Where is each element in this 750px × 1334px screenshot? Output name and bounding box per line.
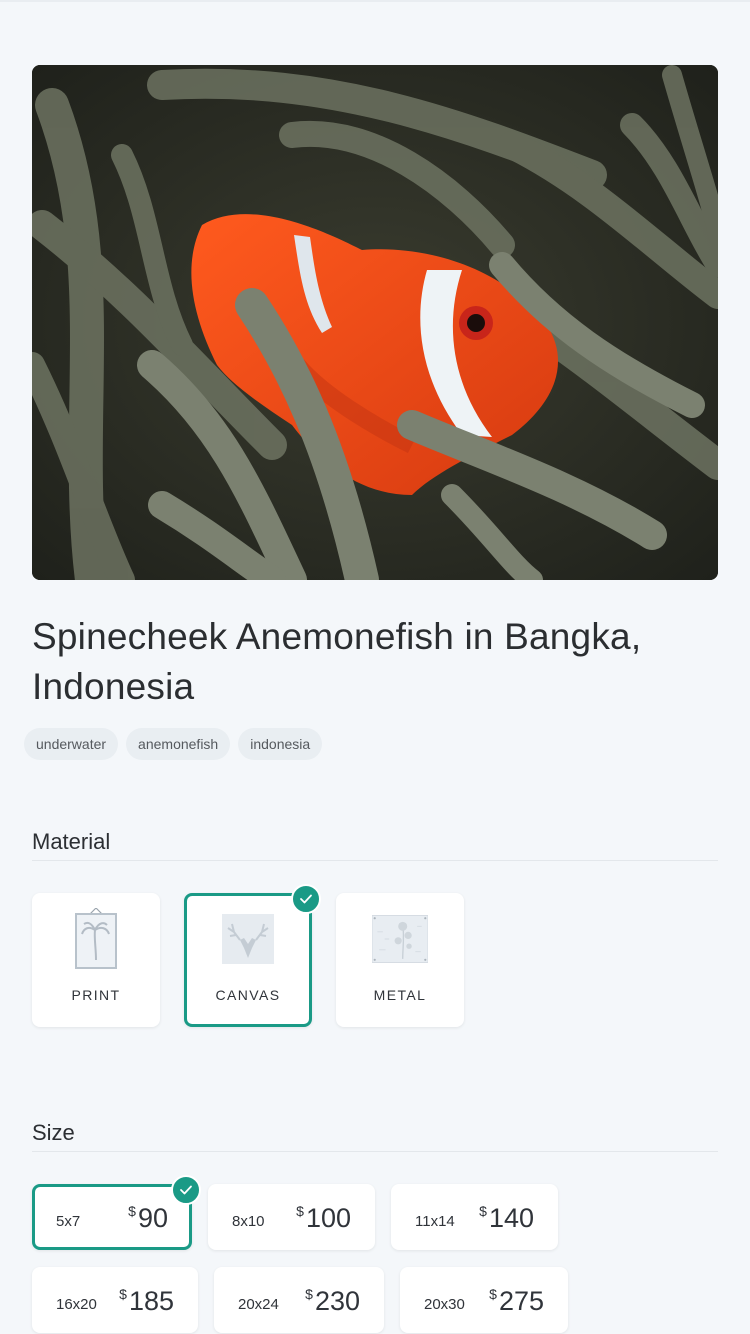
currency-symbol: $: [305, 1286, 313, 1302]
size-option-20x24[interactable]: 20x24 $230: [214, 1267, 384, 1333]
size-dimensions: 11x14: [415, 1213, 455, 1230]
material-label: CANVAS: [215, 987, 281, 1003]
material-option-metal[interactable]: METAL: [336, 893, 464, 1027]
material-option-canvas[interactable]: CANVAS: [184, 884, 321, 1027]
size-option-20x30[interactable]: 20x30 $275: [400, 1267, 568, 1333]
size-dimensions: 5x7: [56, 1213, 81, 1230]
selected-check-icon: [171, 1175, 201, 1205]
size-option-8x10[interactable]: 8x10 $100: [208, 1184, 375, 1250]
price-value: 275: [498, 1286, 544, 1316]
clownfish-photo-illustration: [32, 65, 718, 580]
size-heading: Size: [32, 1120, 75, 1145]
tag-chip[interactable]: underwater: [24, 728, 119, 760]
material-heading: Material: [32, 829, 111, 854]
top-divider: [0, 0, 750, 2]
material-label: PRINT: [71, 987, 121, 1003]
size-option-11x14[interactable]: 11x14 $140: [391, 1184, 558, 1250]
size-dimensions: 20x24: [238, 1296, 279, 1313]
currency-symbol: $: [479, 1203, 487, 1219]
price-value: 140: [488, 1203, 534, 1233]
framed-palm-print-icon: [68, 908, 124, 969]
tag-list: underwater anemonefish indonesia: [24, 728, 323, 760]
price-value: 100: [305, 1203, 351, 1233]
metal-floral-icon: [372, 911, 428, 967]
size-option-16x20[interactable]: 16x20 $185: [32, 1267, 198, 1333]
size-price: $90: [128, 1203, 168, 1234]
currency-symbol: $: [119, 1286, 127, 1302]
size-price: $230: [305, 1286, 360, 1317]
material-divider: [32, 860, 718, 861]
size-option-5x7[interactable]: 5x7 $90: [32, 1175, 201, 1250]
material-option-print[interactable]: PRINT: [32, 893, 160, 1027]
tag-chip[interactable]: anemonefish: [126, 728, 231, 760]
product-photo[interactable]: [32, 65, 718, 580]
size-dimensions: 20x30: [424, 1296, 465, 1313]
size-divider: [32, 1151, 718, 1152]
currency-symbol: $: [128, 1203, 136, 1219]
tag-chip[interactable]: indonesia: [238, 728, 323, 760]
price-value: 185: [128, 1286, 174, 1316]
product-title: Spinecheek Anemonefish in Bangka, Indone…: [32, 616, 642, 707]
price-value: 230: [314, 1286, 360, 1316]
material-label: METAL: [373, 987, 427, 1003]
size-price: $140: [479, 1203, 534, 1234]
size-dimensions: 8x10: [232, 1213, 265, 1230]
currency-symbol: $: [489, 1286, 497, 1302]
size-price: $100: [296, 1203, 351, 1234]
size-price: $275: [489, 1286, 544, 1317]
currency-symbol: $: [296, 1203, 304, 1219]
price-value: 90: [137, 1203, 168, 1233]
size-price: $185: [119, 1286, 174, 1317]
deer-canvas-icon: [220, 911, 276, 967]
selected-check-icon: [291, 884, 321, 914]
size-dimensions: 16x20: [56, 1296, 97, 1313]
